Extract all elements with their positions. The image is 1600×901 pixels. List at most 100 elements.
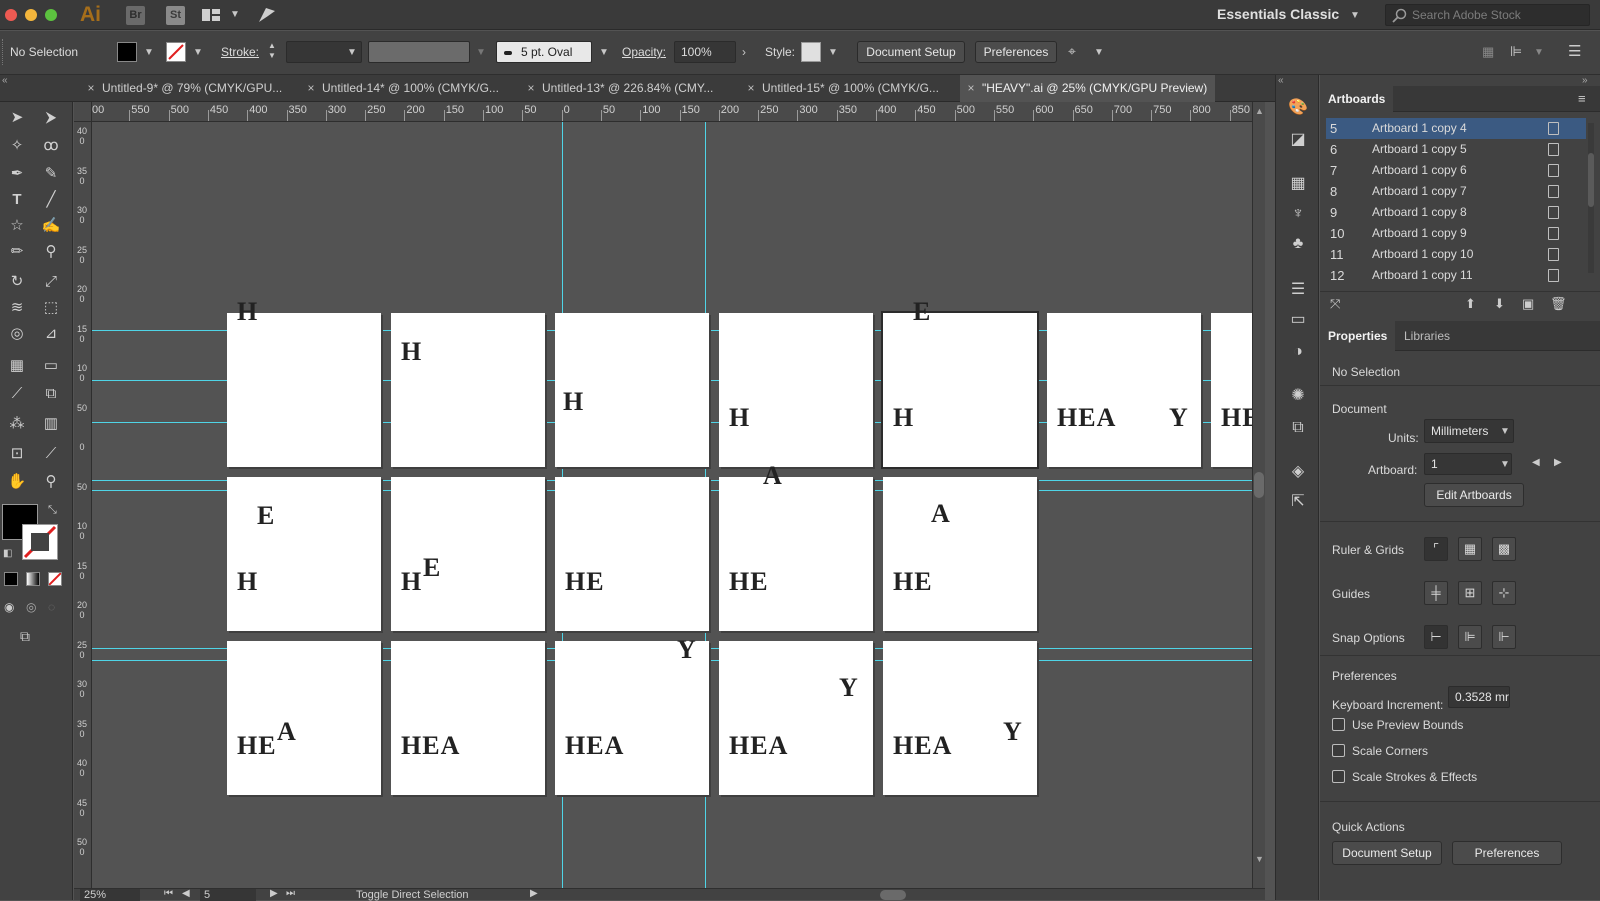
rotate-tool-icon[interactable]: ↻ [4,270,30,294]
symbols-icon[interactable]: ♣ [1287,233,1309,255]
close-tab-icon[interactable]: × [740,75,762,102]
text-glyph[interactable]: H [237,299,258,325]
lock-guides-icon[interactable]: ⊞ [1458,581,1482,605]
list-item[interactable]: 11 Artboard 1 copy 10 [1326,244,1586,265]
tab-properties[interactable]: Properties [1320,321,1396,351]
swap-colors-icon[interactable]: ⤡ [48,504,57,517]
last-artboard-icon[interactable]: ⏭ [286,888,295,899]
stroke-panel-icon[interactable]: ☰ [1287,279,1309,301]
minimize-window-button[interactable] [25,9,37,21]
horizontal-scroll-thumb[interactable] [880,890,906,900]
zoom-window-button[interactable] [45,9,57,21]
selection-tool-icon[interactable]: ➤ [4,106,30,130]
text-glyph[interactable]: H [237,569,258,595]
bridge-button[interactable]: Br [126,6,145,25]
none-mode-icon[interactable] [48,572,62,586]
tab-untitled-9[interactable]: × Untitled-9* @ 79% (CMYK/GPU... [80,75,295,102]
text-glyph[interactable]: HE [729,569,769,595]
artboard-options-icon[interactable] [1548,248,1559,261]
artboard[interactable] [881,311,1039,469]
text-glyph[interactable]: H [401,339,422,365]
tab-untitled-13[interactable]: × Untitled-13* @ 226.84% (CMY... [520,75,735,102]
brushes-icon[interactable]: ♆ [1287,203,1309,225]
artboard-tool-icon[interactable]: ⊡ [4,442,30,466]
workspace-chevron-icon[interactable]: ▼ [1350,10,1360,21]
snap-to-pixel-icon[interactable]: ⊫ [1458,625,1482,649]
artboard-chevron-icon[interactable]: ▼ [1500,459,1510,470]
draw-behind-icon[interactable]: ◎ [26,600,36,614]
artboards-menu-icon[interactable]: ≡ [1578,91,1586,106]
direct-selection-tool-icon[interactable]: ⮞ [38,106,64,130]
next-artboard-icon[interactable]: ▶ [270,888,278,899]
text-glyph[interactable]: H [401,569,422,595]
artboard-options-icon[interactable] [1548,122,1559,135]
text-glyph[interactable]: HE [1221,405,1252,431]
artboard[interactable] [1047,313,1201,467]
magic-wand-tool-icon[interactable]: ✧ [4,134,30,158]
text-glyph[interactable]: HEA [1057,405,1116,431]
opacity-arrow-icon[interactable]: › [742,45,746,59]
gpu-performance-icon[interactable] [256,5,278,25]
tab-libraries[interactable]: Libraries [1396,321,1458,351]
scale-corners-checkbox[interactable] [1332,744,1345,757]
units-chevron-icon[interactable]: ▼ [1500,426,1510,437]
pencil-tool-icon[interactable]: ✏ [4,240,30,264]
quick-preferences-button[interactable]: Preferences [1452,841,1562,865]
stroke-color-swatch[interactable] [22,524,58,560]
distribute-chevron-icon[interactable]: ▼ [1534,47,1544,58]
curvature-tool-icon[interactable]: ✎ [38,162,64,186]
draw-normal-icon[interactable]: ◉ [4,600,14,614]
swatches-icon[interactable]: ▦ [1287,173,1309,195]
text-glyph[interactable]: A [931,501,951,527]
artboard-options-icon[interactable] [1548,227,1559,240]
transparency-grid-icon[interactable]: ▩ [1492,537,1516,561]
collapse-panel-icon[interactable]: » [1582,75,1588,86]
rulers-toggle-icon[interactable]: ⌜ [1424,537,1448,561]
text-glyph[interactable]: Y [677,637,697,663]
artboards-scrollbar[interactable] [1588,123,1594,273]
text-glyph[interactable]: A [277,719,297,745]
type-tool-icon[interactable]: T [4,188,30,212]
perspective-grid-tool-icon[interactable]: ⊿ [38,322,64,346]
artboard[interactable] [719,313,873,467]
artboard[interactable] [391,477,545,631]
artboard-options-icon[interactable] [1548,206,1559,219]
mesh-tool-icon[interactable]: ▦ [4,354,30,378]
smart-guides-icon[interactable]: ⊹ [1492,581,1516,605]
slice-tool-icon[interactable]: ⟋ [38,442,64,466]
stroke-weight-chevron-icon[interactable]: ▼ [347,47,357,58]
artboard[interactable] [555,641,709,795]
artboard[interactable] [719,477,873,631]
eyedropper-tool-icon[interactable]: ⟋ [4,382,30,406]
stroke-weight-stepper[interactable]: ▲ ▼ [268,41,280,63]
list-item[interactable]: 7 Artboard 1 copy 6 [1326,160,1586,181]
arrange-documents-chevron-icon[interactable]: ▼ [230,9,240,20]
scale-strokes-checkbox[interactable] [1332,770,1345,783]
text-glyph[interactable]: E [423,555,441,581]
keyboard-increment-input[interactable]: 0.3528 mr [1448,686,1510,708]
artboard[interactable] [883,477,1037,631]
transparency-icon[interactable]: ◑ [1287,341,1309,363]
text-glyph[interactable]: HE [237,733,277,759]
artboard-navigation-field[interactable]: 5 [200,889,256,901]
text-glyph[interactable]: E [257,503,275,529]
preferences-button[interactable]: Preferences [975,41,1057,63]
arrange-chevron-icon[interactable]: ▼ [1094,47,1104,58]
use-preview-bounds-checkbox[interactable] [1332,718,1345,731]
collapse-dock-icon[interactable]: « [1278,75,1284,86]
fill-swatch[interactable] [117,42,137,62]
quick-document-setup-button[interactable]: Document Setup [1332,841,1442,865]
snap-to-glyph-icon[interactable]: ⊩ [1492,625,1516,649]
search-stock-input[interactable]: Search Adobe Stock [1385,4,1590,26]
text-glyph[interactable]: HEA [893,733,952,759]
canvas[interactable]: H H H H E H HEA Y HE E H H E HE A HE A HE HE A HEA HEA Y HEA Y HE… [92,122,1252,888]
text-glyph[interactable]: Y [1169,405,1189,431]
artboard[interactable] [227,641,381,795]
text-glyph[interactable]: Y [1003,719,1023,745]
align-icon[interactable]: ▦ [1482,44,1494,60]
document-setup-button[interactable]: Document Setup [857,41,965,63]
blend-tool-icon[interactable]: ⧉ [38,382,64,406]
delete-artboard-icon[interactable]: 🗑 [1550,296,1567,312]
tab-untitled-15[interactable]: × Untitled-15* @ 100% (CMYK/G... [740,75,955,102]
graphic-styles-icon[interactable]: ⧉ [1287,417,1309,439]
